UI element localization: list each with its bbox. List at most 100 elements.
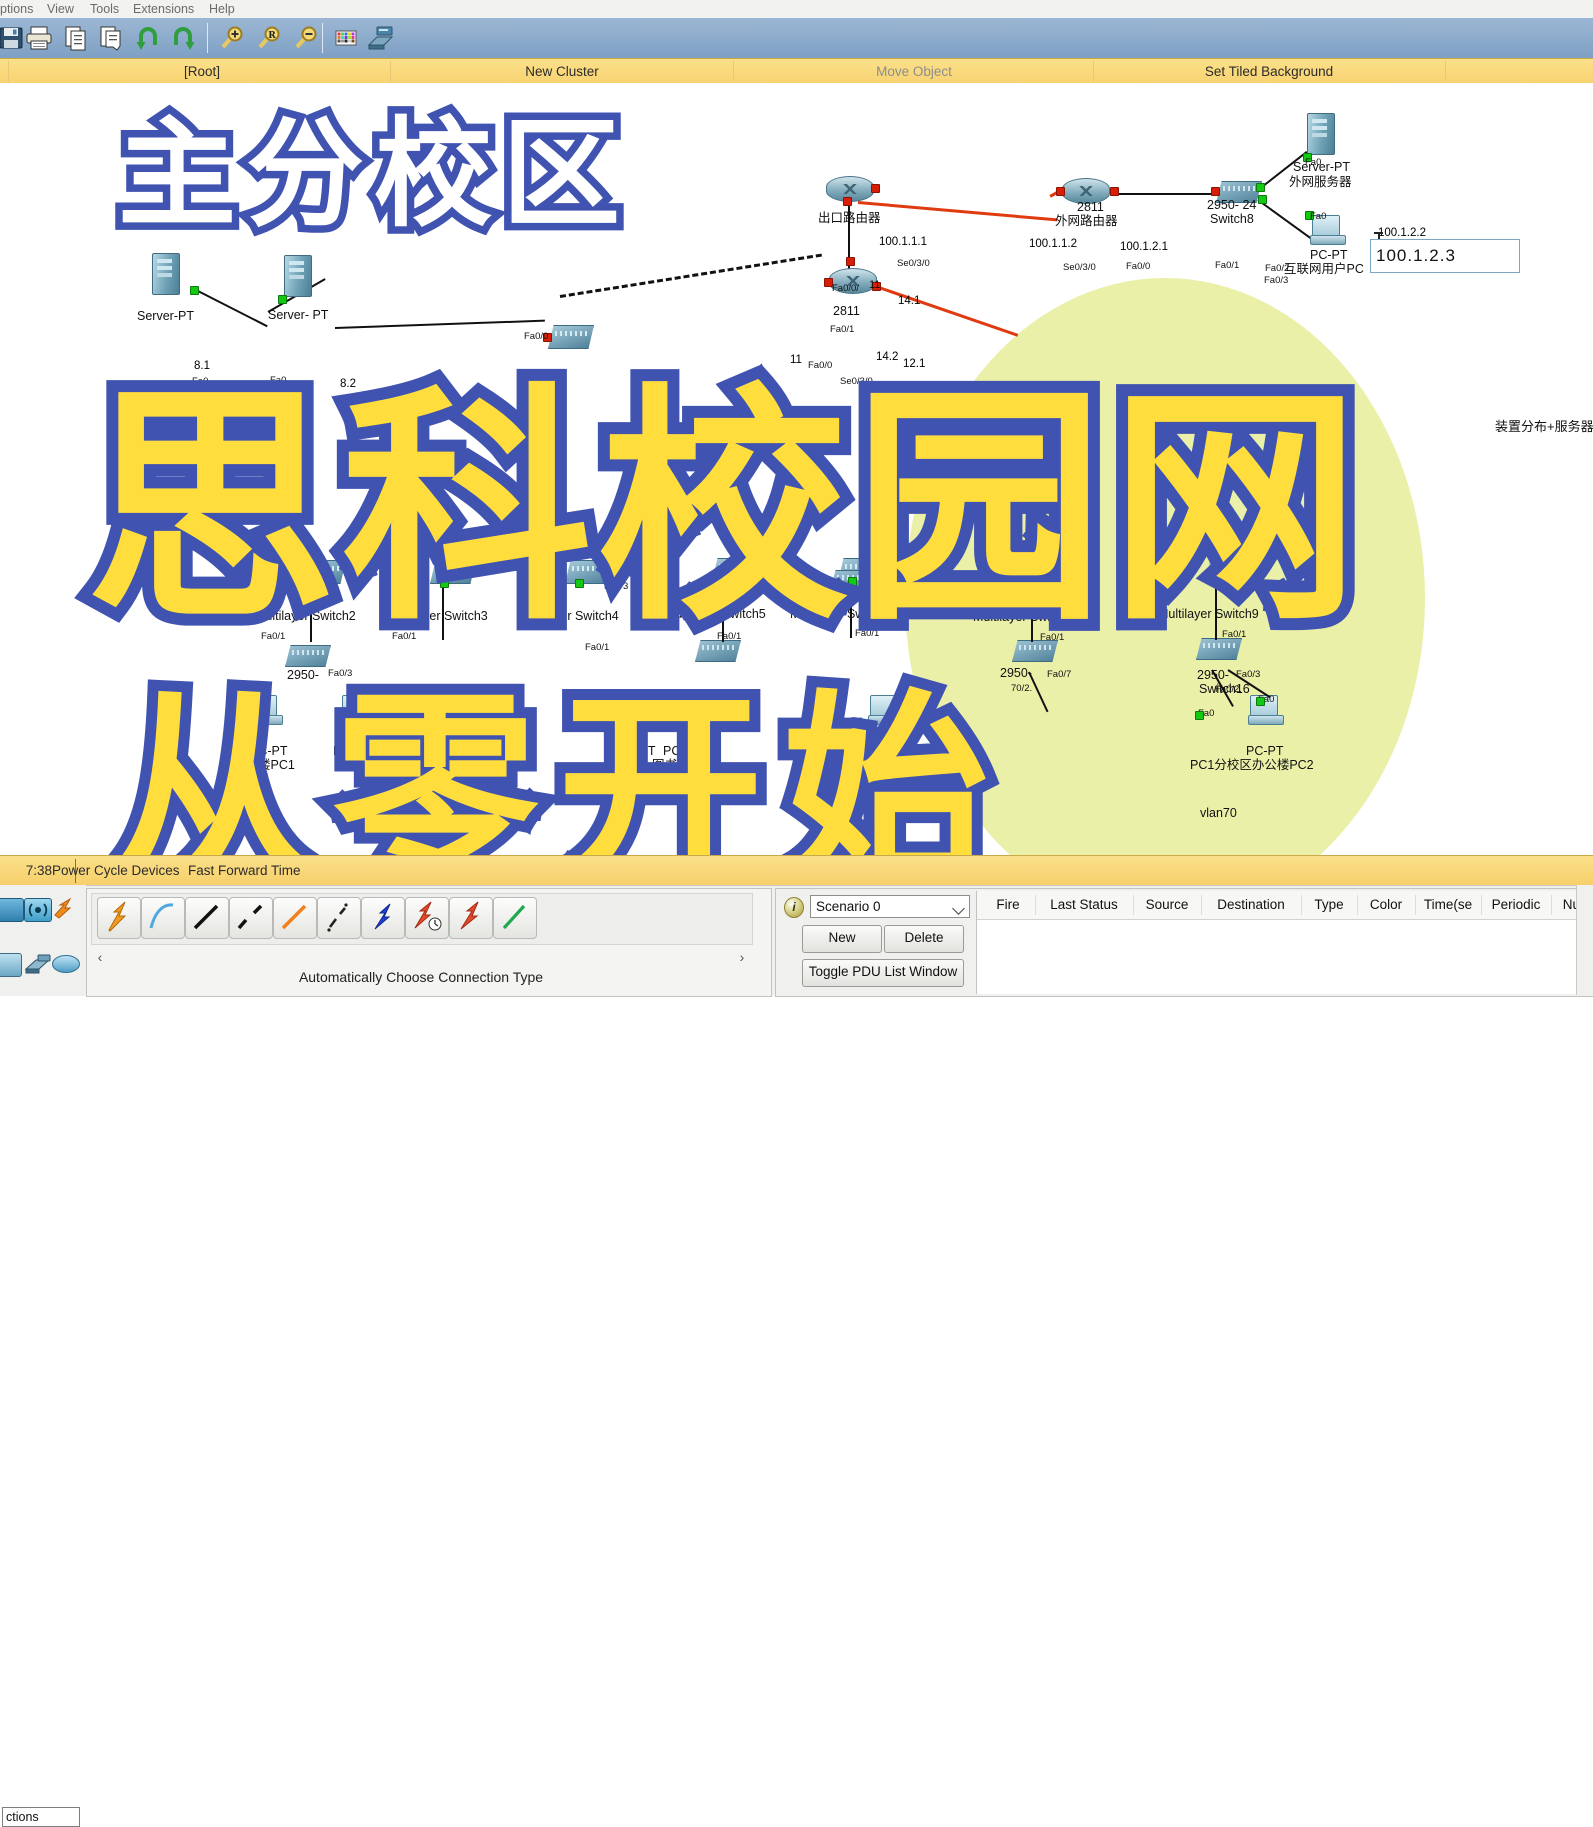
pc-name-label: 办公楼PC1 [380,758,442,772]
column-color[interactable]: Color [1357,891,1415,919]
link-server1-to-sw [195,289,268,328]
device-multilayer-switch5[interactable] [712,558,758,582]
device-multilayer-switch9[interactable] [1205,558,1251,582]
paste-icon[interactable] [96,23,126,53]
infobar-divider [8,61,9,82]
serial-dte-connection-button[interactable] [449,897,493,939]
column-fire[interactable]: Fire [981,891,1035,919]
device-server-pt-left-2[interactable] [284,255,312,297]
ip-address-input[interactable] [1371,240,1519,272]
column-source[interactable]: Source [1133,891,1201,919]
scroll-right-icon[interactable]: › [733,947,751,967]
device-pc-office-1[interactable] [397,695,433,725]
ip-label: 11 [790,354,802,366]
toolbar-separator-1 [207,23,208,53]
scenario-select[interactable]: Scenario 0 [810,895,970,918]
serial-dce-connection-button[interactable] [405,897,449,939]
device-pc-library-2[interactable] [620,695,656,725]
save-icon[interactable] [0,23,26,53]
device-multilayer-switch8[interactable] [1020,560,1066,584]
pc-monitor [249,695,277,717]
undo-icon[interactable] [133,23,163,53]
copy-icon[interactable] [61,23,91,53]
device-type-selection-panel[interactable]: ctions [0,885,86,1827]
port-indicator [1256,697,1265,706]
wan-emulation-icon[interactable] [0,898,24,922]
set-tiled-background-button[interactable]: Set Tiled Background [1095,59,1443,84]
multiuser-connection-icon[interactable] [22,951,51,974]
copper-crossover-connection-button[interactable] [229,897,273,939]
zoom-in-icon[interactable] [216,23,246,53]
zoom-out-icon[interactable] [290,23,320,53]
port-indicator [846,257,855,266]
port-indicator [1256,183,1265,192]
new-cluster-button[interactable]: New Cluster [392,59,732,84]
device-pc-lab-2[interactable] [868,695,904,725]
vlan-label: vlan70 [1200,806,1237,820]
pc-base [868,715,904,725]
column-type[interactable]: Type [1301,891,1357,919]
pc-base [1248,715,1284,725]
device-pc-teaching-1[interactable] [247,695,283,725]
port-label: Fa0/1 [1040,632,1065,643]
link-core-horizontal [334,319,545,329]
icon-toolbar: R [0,18,1593,59]
menu-item-tools[interactable]: Tools [90,1,119,17]
octal-connection-button[interactable] [493,897,537,939]
console-connection-button[interactable] [141,897,185,939]
column-periodic[interactable]: Periodic [1481,891,1551,919]
print-icon[interactable] [24,23,54,53]
column-last-status[interactable]: Last Status [1035,891,1133,919]
column-time[interactable]: Time(se [1415,891,1481,919]
multilayer-switch-label: Multilayer Switch8 [973,610,1074,624]
device-multilayer-switch3[interactable] [430,560,476,584]
pc-name-label: 教学楼PC1 [233,758,295,772]
device-server-pt-left-1[interactable] [152,253,180,295]
pdu-table-header: Fire Last Status Source Destination Type… [977,891,1592,920]
device-pc-library-1[interactable] [665,695,701,725]
device-access-switch-1[interactable] [285,645,331,667]
menu-item-extensions[interactable]: Extensions [133,1,194,17]
sim-time-label: 7:38 [25,863,52,878]
vlan-highlight-region [905,278,1425,855]
column-destination[interactable]: Destination [1201,891,1301,919]
root-label[interactable]: [Root] [12,59,392,84]
coaxial-connection-button[interactable] [361,897,405,939]
phone-connection-button[interactable] [317,897,361,939]
auto-connection-button[interactable] [97,897,141,939]
cloud-icon[interactable] [52,955,80,973]
device-access-switch-2[interactable] [695,640,741,662]
new-scenario-button[interactable]: New [802,925,882,953]
connection-scroll-row[interactable]: ‹ › [91,947,751,967]
palette-icon[interactable] [331,23,361,53]
port-indicator [440,579,449,588]
wireless-devices-icon[interactable] [24,898,52,922]
menu-item-help[interactable]: Help [209,1,235,17]
device-core-switch[interactable] [548,325,594,349]
zoom-reset-icon[interactable]: R [253,23,283,53]
scroll-left-icon[interactable]: ‹ [91,947,109,967]
network-topology-canvas[interactable]: 100.1.1.1 100.1.1.2 100.1.2.1 100.1.2.2 … [0,83,1593,855]
redo-icon[interactable] [168,23,198,53]
copper-straight-connection-button[interactable] [185,897,229,939]
menu-item-view[interactable]: View [47,1,74,17]
device-access-switch-5[interactable] [1196,638,1242,660]
port-label: Fa0/7 [1047,669,1072,680]
custom-devices-icon[interactable] [365,23,395,53]
device-pc-teaching-2[interactable] [340,695,376,725]
move-object-button[interactable]: Move Object [735,59,1093,84]
device-multilayer-switch2[interactable] [300,560,346,584]
device-external-server[interactable] [1307,113,1335,155]
ip-address-textbox[interactable] [1370,239,1520,273]
power-cycle-devices-button[interactable]: Power Cycle Devices [52,856,180,886]
connections-icon[interactable] [52,897,78,919]
delete-scenario-button[interactable]: Delete [884,925,964,953]
port-label: Fa0/2 [231,396,256,407]
menu-item-options[interactable]: ptions [0,1,33,17]
end-devices-icon[interactable] [0,953,22,977]
ip-label: 8.2 [340,378,356,390]
toggle-pdu-list-window-button[interactable]: Toggle PDU List Window [802,959,964,987]
fiber-connection-button[interactable] [273,897,317,939]
pdu-event-table[interactable]: Fire Last Status Source Destination Type… [976,891,1592,994]
fast-forward-time-button[interactable]: Fast Forward Time [188,856,301,886]
